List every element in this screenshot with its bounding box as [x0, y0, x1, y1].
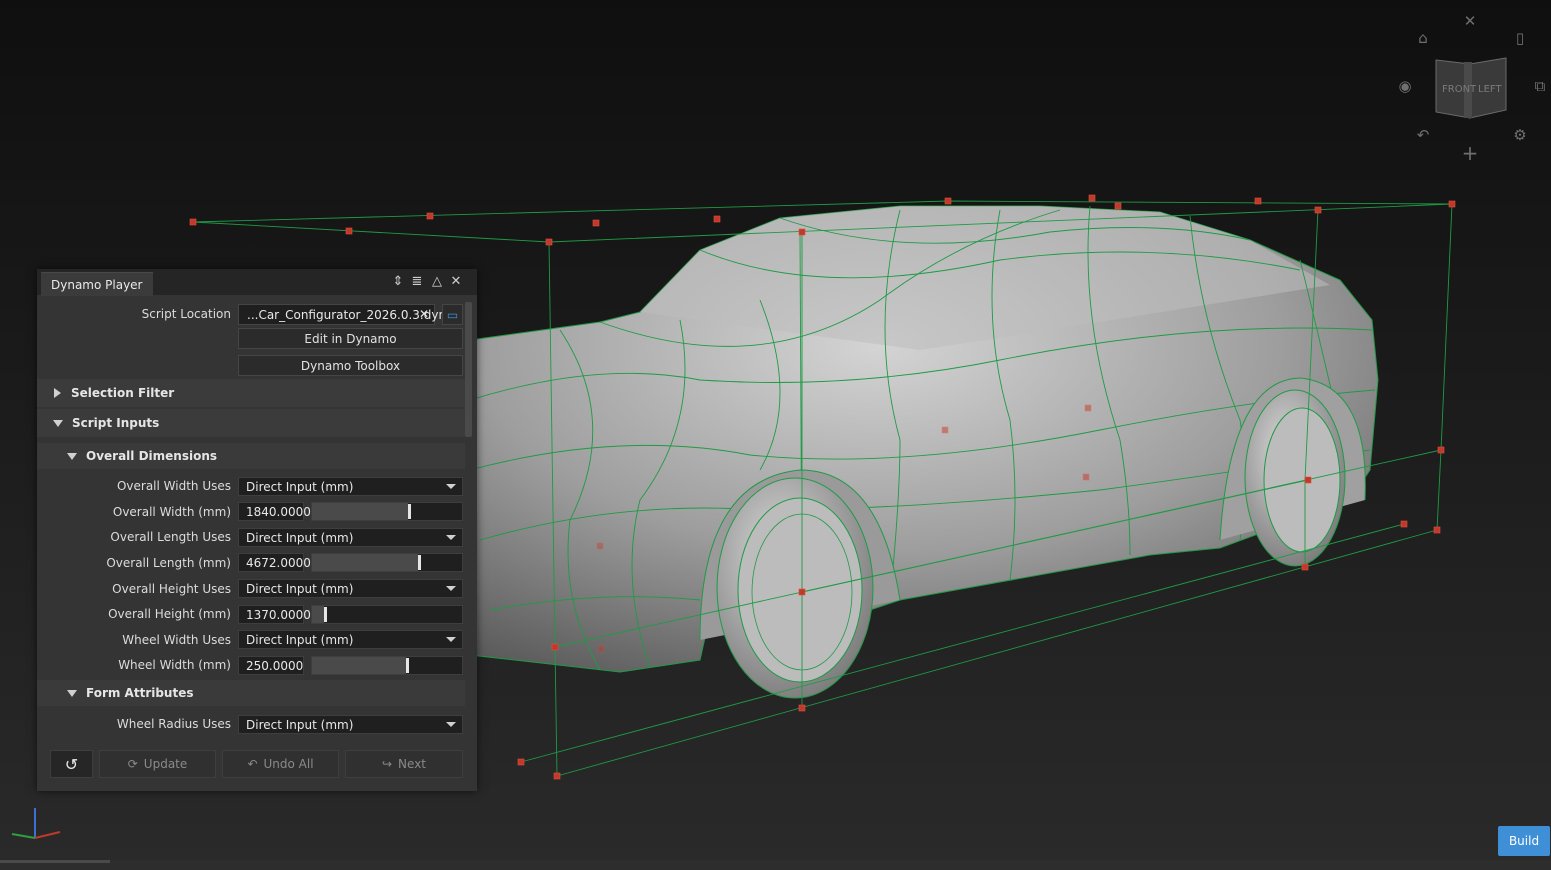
script-location-field[interactable]: ...Car_Configurator_2026.0.3.dyn ✕ [238, 304, 446, 325]
update-button[interactable]: ⟳ Update [99, 750, 216, 778]
overall-height-slider[interactable] [311, 605, 463, 624]
overall-dimensions-section[interactable]: Overall Dimensions [37, 443, 465, 469]
form-attributes-section[interactable]: Form Attributes [37, 680, 465, 706]
overall-length-slider[interactable] [311, 553, 463, 572]
input-label: Overall Width Uses [116, 479, 231, 493]
overall-width-uses-dropdown[interactable]: Direct Input (mm) [238, 477, 463, 496]
close-icon[interactable]: ✕ [447, 272, 465, 290]
input-label: Overall Height Uses [112, 582, 231, 596]
slider-thumb[interactable] [418, 555, 421, 570]
overall-width-input[interactable]: 1840.0000 [238, 502, 311, 521]
wheel-width-uses-dropdown[interactable]: Direct Input (mm) [238, 630, 463, 649]
dynamo-player-panel: Dynamo Player ⇕ ≣ △ ✕ Script Location ..… [37, 269, 477, 791]
wheel-width-slider[interactable] [311, 656, 463, 675]
form-attributes-label: Form Attributes [86, 686, 194, 700]
selection-filter-label: Selection Filter [71, 386, 175, 400]
refresh-icon: ↺ [64, 754, 79, 774]
caret-down-icon [446, 637, 456, 642]
update-label: Update [143, 757, 188, 771]
list-icon[interactable]: ≣ [408, 272, 426, 290]
build-button[interactable]: Build [1498, 826, 1550, 856]
dropdown-value: Direct Input (mm) [246, 581, 354, 596]
slider-thumb[interactable] [408, 504, 411, 519]
overall-height-input[interactable]: 1370.0000 [238, 605, 311, 624]
undo-all-label: Undo All [263, 757, 314, 771]
undo-all-button[interactable]: ↶ Undo All [222, 750, 339, 778]
next-button[interactable]: ↪ Next [345, 750, 463, 778]
input-label: Wheel Width Uses [122, 633, 231, 647]
clear-icon[interactable]: ✕ [419, 307, 429, 321]
overall-width-slider[interactable] [311, 502, 463, 521]
script-location-value: ...Car_Configurator_2026.0.3.dyn [247, 307, 447, 322]
script-location-label: Script Location [141, 307, 231, 321]
view-cube-menu-icon[interactable]: ⧉ [1527, 73, 1551, 99]
input-label: Overall Height (mm) [108, 607, 231, 621]
selection-filter-section[interactable]: Selection Filter [37, 379, 465, 407]
folder-open-icon[interactable]: ▭ [442, 304, 463, 325]
undo-icon: ↶ [247, 757, 258, 771]
dropdown-value: Direct Input (mm) [246, 717, 354, 732]
reset-button[interactable]: ↺ [50, 750, 93, 778]
wheel-radius-uses-dropdown[interactable]: Direct Input (mm) [238, 715, 463, 734]
dropdown-value: Direct Input (mm) [246, 530, 354, 545]
chevron-down-icon [67, 689, 77, 697]
input-label: Wheel Radius Uses [116, 717, 231, 731]
overall-length-input[interactable]: 4672.0000 [238, 553, 311, 572]
chevron-down-icon [67, 452, 77, 460]
next-label: Next [398, 757, 427, 771]
orbit-icon[interactable]: ◉ [1392, 73, 1418, 99]
slider-thumb[interactable] [324, 607, 327, 622]
panel-header: Dynamo Player ⇕ ≣ △ ✕ [37, 269, 477, 296]
panel-scrollbar[interactable] [465, 302, 472, 437]
view-cube[interactable]: FRONT LEFT [1434, 56, 1508, 120]
caret-down-icon [446, 484, 456, 489]
bookmark-icon[interactable]: ▯ [1507, 25, 1533, 51]
viewcube-left-label: LEFT [1478, 84, 1502, 95]
panel-title-tab[interactable]: Dynamo Player [41, 272, 153, 296]
chevron-down-icon [53, 419, 63, 427]
home-icon[interactable]: ⌂ [1410, 25, 1436, 51]
slider-thumb[interactable] [406, 658, 409, 673]
script-inputs-label: Script Inputs [72, 416, 160, 430]
rear-wheel[interactable] [1244, 389, 1346, 567]
collapse-panel-icon[interactable]: △ [428, 272, 446, 290]
overall-dimensions-label: Overall Dimensions [86, 449, 218, 463]
caret-down-icon [446, 586, 456, 591]
undo-view-icon[interactable]: ↶ [1410, 122, 1436, 148]
overall-height-uses-dropdown[interactable]: Direct Input (mm) [238, 579, 463, 598]
input-label: Overall Width (mm) [112, 505, 231, 519]
caret-down-icon [446, 535, 456, 540]
input-label: Wheel Width (mm) [118, 658, 231, 672]
front-wheel[interactable] [716, 477, 874, 699]
viewcube-front-label: FRONT [1442, 84, 1477, 95]
edit-in-dynamo-button[interactable]: Edit in Dynamo [238, 328, 463, 349]
dropdown-value: Direct Input (mm) [246, 632, 354, 647]
status-bar [0, 860, 1551, 870]
dynamo-toolbox-button[interactable]: Dynamo Toolbox [238, 355, 463, 376]
dropdown-value: Direct Input (mm) [246, 479, 354, 494]
zoom-plus-icon[interactable]: + [1457, 140, 1483, 166]
caret-down-icon [446, 722, 456, 727]
overall-length-uses-dropdown[interactable]: Direct Input (mm) [238, 528, 463, 547]
next-icon: ↪ [381, 757, 393, 771]
gear-icon[interactable]: ⚙ [1507, 122, 1533, 148]
script-inputs-section[interactable]: Script Inputs [37, 409, 465, 437]
input-label: Overall Length (mm) [106, 556, 231, 570]
expand-collapse-icon[interactable]: ⇕ [389, 272, 407, 290]
chevron-right-icon [54, 388, 61, 398]
sync-icon: ⟳ [127, 757, 138, 771]
pin-icon[interactable]: ✕ [1457, 8, 1483, 34]
wheel-width-input[interactable]: 250.0000 [238, 656, 304, 675]
input-label: Overall Length Uses [110, 530, 231, 544]
